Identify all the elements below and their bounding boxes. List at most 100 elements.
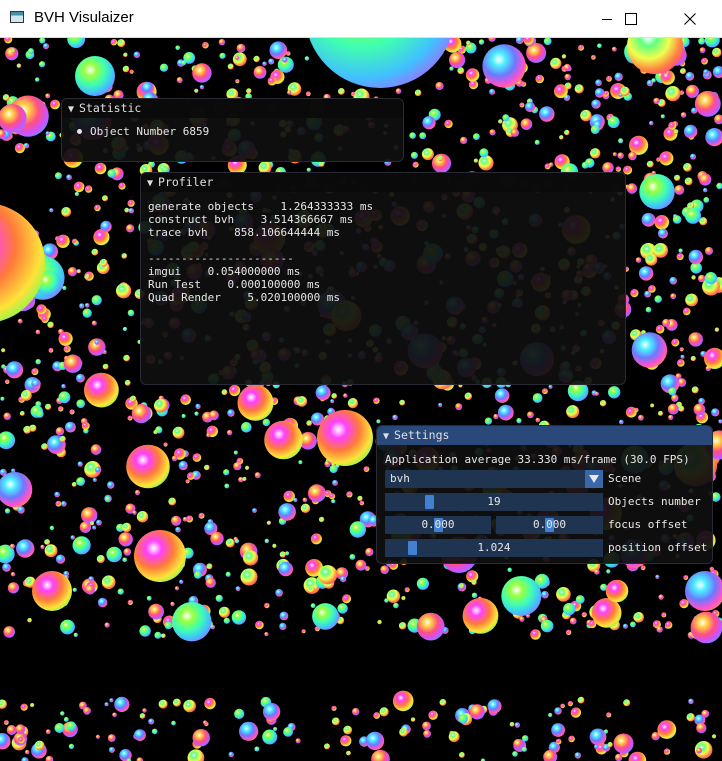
- sphere: [20, 703, 28, 711]
- sphere: [594, 569, 600, 575]
- settings-panel[interactable]: ▼ Settings Application average 33.330 ms/…: [376, 425, 713, 564]
- sphere: [131, 404, 151, 424]
- sphere: [498, 119, 503, 124]
- sphere: [548, 712, 553, 718]
- profiler-panel[interactable]: ▼ Profiler generate objects 1.264333333 m…: [140, 172, 626, 385]
- sphere: [590, 125, 600, 134]
- sphere: [662, 318, 671, 327]
- sphere: [99, 258, 108, 267]
- sphere: [564, 129, 570, 136]
- sphere: [67, 267, 77, 277]
- collapse-triangle-icon[interactable]: ▼: [383, 427, 389, 446]
- sphere: [71, 482, 77, 487]
- sphere: [656, 626, 663, 633]
- sphere: [489, 129, 496, 136]
- sphere: [17, 318, 23, 324]
- settings-panel-header[interactable]: ▼ Settings: [377, 426, 712, 445]
- sphere: [581, 161, 589, 169]
- sphere: [30, 703, 35, 708]
- sphere: [102, 195, 108, 202]
- sphere: [241, 422, 252, 433]
- sphere: [633, 612, 644, 623]
- sphere: [63, 354, 83, 373]
- close-button[interactable]: [667, 0, 713, 38]
- sphere: [227, 409, 235, 417]
- sphere: [48, 347, 54, 353]
- sphere: [300, 503, 311, 513]
- sphere: [690, 153, 696, 160]
- sphere: [614, 72, 623, 81]
- sphere: [651, 78, 656, 83]
- sphere: [567, 701, 573, 707]
- sphere: [654, 295, 662, 303]
- statistic-panel-header[interactable]: ▼ Statistic: [62, 99, 403, 118]
- position-offset-slider[interactable]: 1.024: [385, 539, 603, 557]
- sphere: [181, 414, 186, 418]
- sphere: [2, 563, 11, 572]
- sphere: [100, 220, 112, 233]
- window-titlebar[interactable]: BVH Visulaizer: [0, 0, 722, 38]
- objects-number-slider[interactable]: 19: [385, 493, 603, 511]
- focus-offset-label: focus offset: [608, 518, 688, 531]
- sphere: [41, 443, 48, 450]
- sphere: [570, 707, 582, 718]
- sphere: [6, 725, 17, 735]
- statistic-panel[interactable]: ▼ Statistic Object Number 6859: [61, 98, 404, 162]
- sphere: [4, 379, 10, 385]
- sphere: [0, 396, 5, 401]
- sphere: [83, 706, 91, 715]
- sphere: [134, 489, 141, 496]
- sphere: [34, 740, 45, 751]
- sphere: [266, 520, 271, 525]
- maximize-button[interactable]: [608, 0, 654, 38]
- sphere: [90, 444, 102, 455]
- sphere: [663, 748, 671, 755]
- sphere: [134, 729, 146, 741]
- sphere: [379, 707, 389, 717]
- sphere: [123, 548, 132, 556]
- sphere: [556, 587, 571, 602]
- sphere: [45, 403, 52, 410]
- focus-offset-y-slider[interactable]: 0.000: [496, 516, 603, 534]
- sphere: [419, 132, 427, 140]
- sphere: [194, 571, 202, 579]
- sphere: [384, 598, 389, 603]
- sphere: [678, 405, 685, 412]
- sphere: [35, 329, 41, 335]
- sphere: [462, 597, 499, 634]
- sphere: [691, 386, 699, 394]
- sphere: [84, 303, 90, 308]
- sphere: [178, 460, 188, 471]
- sphere: [31, 378, 41, 389]
- scene-combo[interactable]: bvh: [385, 470, 603, 488]
- sphere: [121, 253, 128, 259]
- slider-grab[interactable]: [425, 495, 434, 509]
- sphere: [606, 569, 611, 574]
- sphere: [493, 413, 499, 420]
- sphere: [79, 303, 85, 309]
- slider-grab[interactable]: [408, 541, 417, 555]
- collapse-triangle-icon[interactable]: ▼: [147, 174, 153, 193]
- focus-offset-x-slider[interactable]: 0.000: [385, 516, 491, 534]
- chevron-down-icon[interactable]: [585, 470, 603, 488]
- sphere: [392, 414, 398, 420]
- collapse-triangle-icon[interactable]: ▼: [68, 100, 74, 119]
- profiler-panel-header[interactable]: ▼ Profiler: [141, 173, 625, 192]
- sphere: [94, 162, 107, 175]
- sphere: [670, 293, 677, 300]
- sphere: [136, 511, 149, 523]
- sphere: [228, 751, 234, 758]
- sphere: [234, 539, 239, 544]
- sphere: [653, 97, 660, 105]
- sphere: [66, 174, 72, 180]
- sphere: [70, 535, 75, 540]
- sphere: [315, 385, 331, 401]
- sphere: [134, 530, 186, 582]
- sphere: [329, 464, 338, 474]
- sphere: [15, 724, 26, 735]
- sphere: [223, 469, 230, 476]
- sphere: [110, 38, 118, 46]
- sphere: [686, 713, 695, 722]
- sphere: [104, 702, 109, 707]
- sphere: [102, 363, 109, 370]
